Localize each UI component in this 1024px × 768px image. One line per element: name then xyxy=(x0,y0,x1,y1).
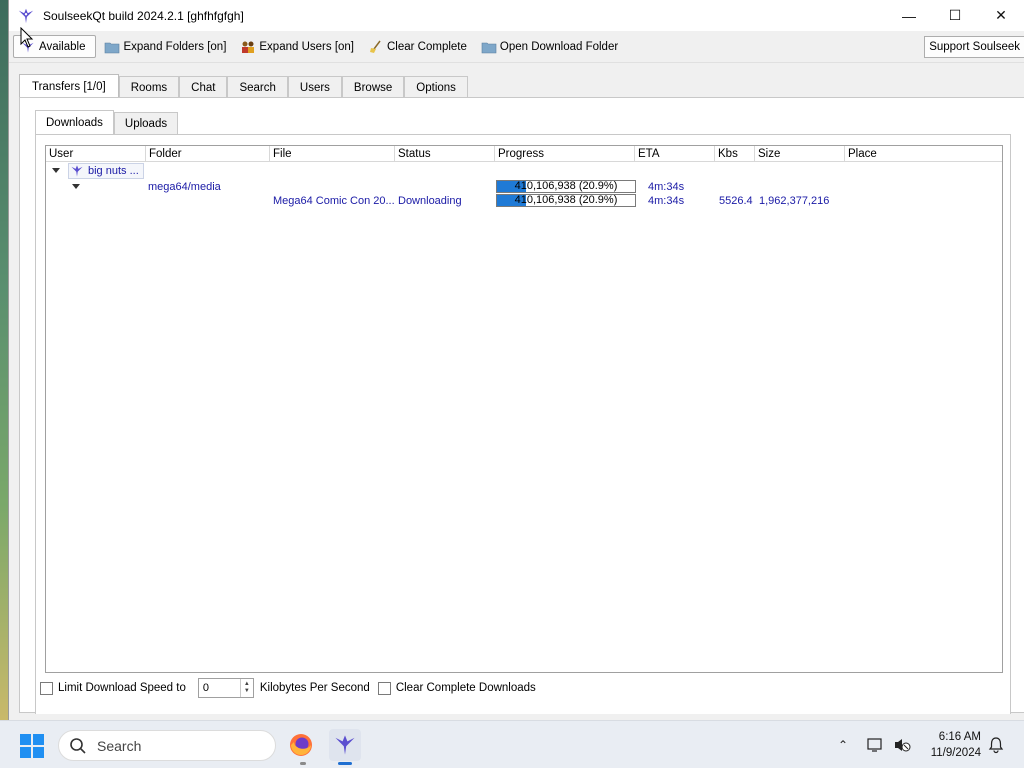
network-icon[interactable] xyxy=(866,736,886,754)
open-download-folder-button[interactable]: Open Download Folder xyxy=(475,35,624,59)
firefox-icon xyxy=(290,734,312,756)
folder-icon xyxy=(481,42,497,53)
column-header-folder[interactable]: Folder xyxy=(146,146,270,161)
maximize-button[interactable]: ☐ xyxy=(932,0,978,31)
taskbar: Search ⌃ 6:16 AM 11/9/2024 xyxy=(0,720,1024,768)
speed-limit-value: 0 xyxy=(202,682,209,694)
column-header-kbs[interactable]: Kbs xyxy=(715,146,755,161)
tab-search[interactable]: Search xyxy=(227,76,288,98)
column-headers: User Folder File Status Progress ETA Kbs… xyxy=(46,146,1002,162)
folder-progress-bar: 410,106,938 (20.9%) xyxy=(496,180,636,193)
mouse-cursor-icon xyxy=(20,27,34,48)
active-app-indicator xyxy=(338,762,352,765)
download-options-bar: Limit Download Speed to 0 ▲ ▼ Kilobytes P… xyxy=(40,677,536,699)
spin-arrows-icon[interactable]: ▲ ▼ xyxy=(239,679,253,697)
clear-complete-downloads-label: Clear Complete Downloads xyxy=(395,682,536,694)
collapse-folder-arrow-icon[interactable] xyxy=(72,184,80,189)
speed-unit-label: Kilobytes Per Second xyxy=(259,682,370,694)
minimize-button[interactable]: — xyxy=(886,0,932,31)
title-bar: SoulseekQt build 2024.2.1 [ghfhfgfgh] — … xyxy=(9,0,1024,31)
tab-transfers[interactable]: Transfers [1/0] xyxy=(19,74,119,98)
transfer-subtabs: Downloads Uploads xyxy=(35,110,179,134)
firefox-taskbar-button[interactable] xyxy=(285,729,317,761)
broom-icon xyxy=(370,40,381,53)
file-size: 1,962,377,216 xyxy=(759,195,830,207)
clear-complete-downloads-checkbox[interactable] xyxy=(377,681,391,695)
folder-eta: 4m:34s xyxy=(648,181,685,193)
open-download-folder-label: Open Download Folder xyxy=(499,40,619,53)
limit-speed-checkbox[interactable] xyxy=(40,681,53,695)
column-header-eta[interactable]: ETA xyxy=(635,146,715,161)
tab-chat[interactable]: Chat xyxy=(179,76,228,98)
user-row[interactable]: big nuts ... xyxy=(68,163,144,179)
collapse-user-arrow-icon[interactable] xyxy=(52,168,60,173)
soulseek-bird-icon xyxy=(18,8,34,23)
file-kbs: 5526.4 xyxy=(719,195,753,207)
expand-folders-button[interactable]: Expand Folders [on] xyxy=(98,35,232,59)
expand-folders-label: Expand Folders [on] xyxy=(123,40,227,53)
search-icon xyxy=(70,737,86,754)
search-placeholder: Search xyxy=(97,737,142,754)
clear-complete-button[interactable]: Clear Complete xyxy=(362,35,473,59)
expand-users-button[interactable]: Expand Users [on] xyxy=(234,35,360,59)
main-tabs: Transfers [1/0] Rooms Chat Search Users … xyxy=(19,74,468,98)
downloads-panel: User Folder File Status Progress ETA Kbs… xyxy=(35,134,1011,714)
status-label: Available xyxy=(39,40,86,53)
column-header-progress[interactable]: Progress xyxy=(495,146,635,161)
column-header-place[interactable]: Place xyxy=(845,146,1002,161)
clock-time: 6:16 AM xyxy=(938,731,981,743)
folder-icon xyxy=(105,42,120,53)
close-button[interactable]: ✕ xyxy=(978,0,1024,31)
soulseek-window: SoulseekQt build 2024.2.1 [ghfhfgfgh] — … xyxy=(8,0,1024,720)
tab-users[interactable]: Users xyxy=(287,76,342,98)
folder-name[interactable]: mega64/media xyxy=(148,180,221,195)
windows-start-icon[interactable] xyxy=(20,734,44,758)
user-bird-icon xyxy=(71,165,83,177)
support-soulseek-button[interactable]: Support Soulseek xyxy=(924,36,1024,58)
file-name[interactable]: Mega64 Comic Con 20... xyxy=(273,194,395,209)
tab-rooms[interactable]: Rooms xyxy=(118,76,180,98)
expand-users-label: Expand Users [on] xyxy=(259,40,354,53)
volume-muted-icon[interactable] xyxy=(893,736,911,754)
file-progress-text: 410,106,938 (20.9%) xyxy=(514,194,618,206)
tab-downloads[interactable]: Downloads xyxy=(35,110,114,134)
column-header-user[interactable]: User xyxy=(46,146,146,161)
desktop-background xyxy=(0,0,8,720)
running-app-indicator xyxy=(300,762,306,765)
tab-options[interactable]: Options xyxy=(404,76,468,98)
column-header-file[interactable]: File xyxy=(270,146,395,161)
tab-browse[interactable]: Browse xyxy=(341,76,405,98)
folder-progress-text: 410,106,938 (20.9%) xyxy=(514,180,618,192)
transfers-panel: Downloads Uploads User Folder File Statu… xyxy=(19,97,1024,714)
taskbar-search-box[interactable]: Search xyxy=(58,730,276,761)
notification-bell-icon[interactable] xyxy=(988,736,1004,754)
toolbar: Available Expand Folders [on] Expand Use… xyxy=(9,31,1024,63)
clear-complete-label: Clear Complete xyxy=(387,40,467,53)
soulseek-taskbar-button[interactable] xyxy=(329,729,361,765)
users-icon xyxy=(242,41,255,53)
tray-overflow-chevron-icon[interactable]: ⌃ xyxy=(838,721,848,768)
column-header-size[interactable]: Size xyxy=(755,146,845,161)
tab-uploads[interactable]: Uploads xyxy=(113,112,179,134)
downloads-tree[interactable]: User Folder File Status Progress ETA Kbs… xyxy=(45,145,1003,673)
file-status: Downloading xyxy=(398,195,462,207)
file-progress-bar: 410,106,938 (20.9%) xyxy=(496,194,636,207)
soulseek-bird-icon xyxy=(335,735,355,755)
file-eta: 4m:34s xyxy=(648,195,685,207)
column-header-status[interactable]: Status xyxy=(395,146,495,161)
window-title: SoulseekQt build 2024.2.1 [ghfhfgfgh] xyxy=(43,8,244,23)
speed-limit-spinbox[interactable]: 0 ▲ ▼ xyxy=(197,678,254,698)
clock-date: 11/9/2024 xyxy=(930,747,981,759)
user-name: big nuts ... xyxy=(88,164,139,177)
taskbar-clock[interactable]: 6:16 AM 11/9/2024 xyxy=(931,729,981,761)
limit-speed-label: Limit Download Speed to xyxy=(58,682,186,694)
